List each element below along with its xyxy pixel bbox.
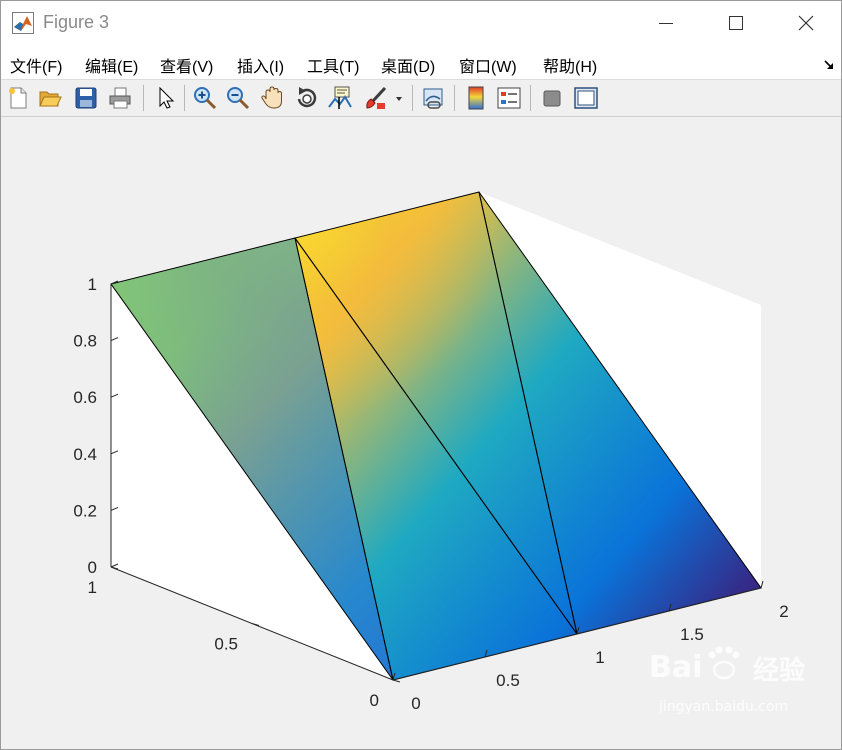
data-cursor-icon bbox=[328, 86, 352, 109]
edit-plot-arrow-icon bbox=[159, 86, 175, 109]
minimize-icon bbox=[659, 23, 673, 24]
new-figure-icon bbox=[9, 87, 27, 109]
figure-toolbar bbox=[1, 80, 841, 117]
insert-colorbar-icon bbox=[468, 86, 484, 110]
open-file-icon bbox=[39, 91, 62, 107]
figure-window: Figure 3 文件(F) 编辑(E) 查看(V) 插入(I) 工具(T) 桌… bbox=[0, 0, 842, 750]
menu-tools[interactable]: 工具(T) bbox=[307, 53, 359, 77]
brush-dropdown-icon bbox=[396, 97, 402, 101]
window-title: Figure 3 bbox=[43, 12, 110, 32]
close-button[interactable] bbox=[771, 1, 841, 45]
y-tick-label: 1 bbox=[88, 578, 97, 597]
insert-legend-icon bbox=[497, 87, 521, 109]
x-tick-label: 0 bbox=[411, 694, 420, 713]
link-plot-button[interactable] bbox=[420, 85, 446, 111]
menu-desktop[interactable]: 桌面(D) bbox=[381, 53, 435, 77]
tick-mark bbox=[760, 580, 764, 589]
close-icon bbox=[798, 15, 814, 31]
brush-button[interactable] bbox=[363, 85, 389, 111]
save-button[interactable] bbox=[73, 85, 99, 111]
menu-help[interactable]: 帮助(H) bbox=[543, 53, 597, 77]
z-tick-label: 0.2 bbox=[73, 501, 97, 520]
menu-edit[interactable]: 编辑(E) bbox=[85, 53, 138, 77]
zoom-in-icon bbox=[194, 87, 217, 110]
x-tick-label: 0.5 bbox=[496, 671, 520, 690]
show-plot-tools-icon bbox=[574, 87, 598, 109]
x-tick-label: 1.5 bbox=[680, 625, 704, 644]
figure-canvas[interactable]: 0 0.5 1 1.5 2 0 0.5 1 0 0.2 0.4 0.6 0.8 1 Bai 经验 jing… bbox=[1, 117, 841, 749]
maximize-icon bbox=[729, 16, 743, 30]
toolbar-separator bbox=[143, 85, 144, 111]
watermark-product: 经验 bbox=[753, 655, 805, 686]
save-icon bbox=[75, 87, 97, 109]
watermark-brand: Bai bbox=[649, 650, 702, 685]
menu-insert[interactable]: 插入(I) bbox=[237, 53, 284, 77]
y-tick-label: 0.5 bbox=[214, 635, 238, 654]
menu-window[interactable]: 窗口(W) bbox=[459, 53, 517, 77]
z-tick-label: 0.6 bbox=[73, 388, 97, 407]
brush-icon bbox=[366, 86, 387, 109]
title-bar[interactable]: Figure 3 bbox=[1, 1, 841, 45]
menu-file[interactable]: 文件(F) bbox=[10, 53, 62, 77]
minimize-button[interactable] bbox=[631, 1, 701, 45]
z-tick-label: 1 bbox=[88, 275, 97, 294]
zoom-out-button[interactable] bbox=[225, 85, 251, 111]
insert-legend-button[interactable] bbox=[496, 85, 522, 111]
show-plot-tools-button[interactable] bbox=[573, 85, 599, 111]
toolbar-separator bbox=[184, 85, 185, 111]
toolbar-separator bbox=[412, 85, 413, 111]
toolbar-separator bbox=[454, 85, 455, 111]
toolbar-separator bbox=[530, 85, 531, 111]
print-button[interactable] bbox=[107, 85, 133, 111]
pan-button[interactable] bbox=[259, 85, 285, 111]
menu-bar: 文件(F) 编辑(E) 查看(V) 插入(I) 工具(T) 桌面(D) 窗口(W… bbox=[1, 45, 841, 80]
matlab-logo-icon bbox=[12, 12, 34, 34]
z-tick-label: 0.8 bbox=[73, 332, 97, 351]
rotate-3d-icon bbox=[297, 87, 317, 108]
baidu-paw-icon bbox=[708, 646, 740, 680]
y-tick-label: 0 bbox=[370, 691, 379, 710]
rotate-3d-button[interactable] bbox=[294, 85, 320, 111]
insert-colorbar-button[interactable] bbox=[463, 85, 489, 111]
brush-dropdown-button[interactable] bbox=[392, 85, 406, 111]
new-figure-button[interactable] bbox=[5, 85, 31, 111]
edit-plot-button[interactable] bbox=[153, 85, 179, 111]
baidu-watermark: Bai 经验 jingyan.baidu.com bbox=[649, 646, 805, 715]
z-tick-label: 0 bbox=[88, 558, 97, 577]
watermark-url: jingyan.baidu.com bbox=[658, 699, 788, 715]
hide-plot-tools-button[interactable] bbox=[539, 85, 565, 111]
axes-3d[interactable]: 00.511.5200.5100.20.40.60.81 Bai 经验 jing… bbox=[1, 117, 841, 749]
zoom-in-button[interactable] bbox=[192, 85, 218, 111]
hide-plot-tools-icon bbox=[543, 90, 561, 107]
pan-hand-icon bbox=[261, 86, 282, 109]
maximize-button[interactable] bbox=[701, 1, 771, 45]
open-file-button[interactable] bbox=[37, 85, 63, 111]
zoom-out-icon bbox=[227, 87, 250, 110]
x-tick-label: 2 bbox=[779, 602, 788, 621]
dock-arrow-icon[interactable] bbox=[823, 59, 835, 71]
data-cursor-button[interactable] bbox=[327, 85, 353, 111]
x-tick-label: 1 bbox=[595, 648, 604, 667]
link-plot-icon bbox=[423, 88, 443, 109]
z-tick-label: 0.4 bbox=[73, 445, 97, 464]
menu-view[interactable]: 查看(V) bbox=[160, 53, 213, 77]
tick-mark bbox=[392, 679, 401, 683]
print-icon bbox=[109, 87, 131, 109]
